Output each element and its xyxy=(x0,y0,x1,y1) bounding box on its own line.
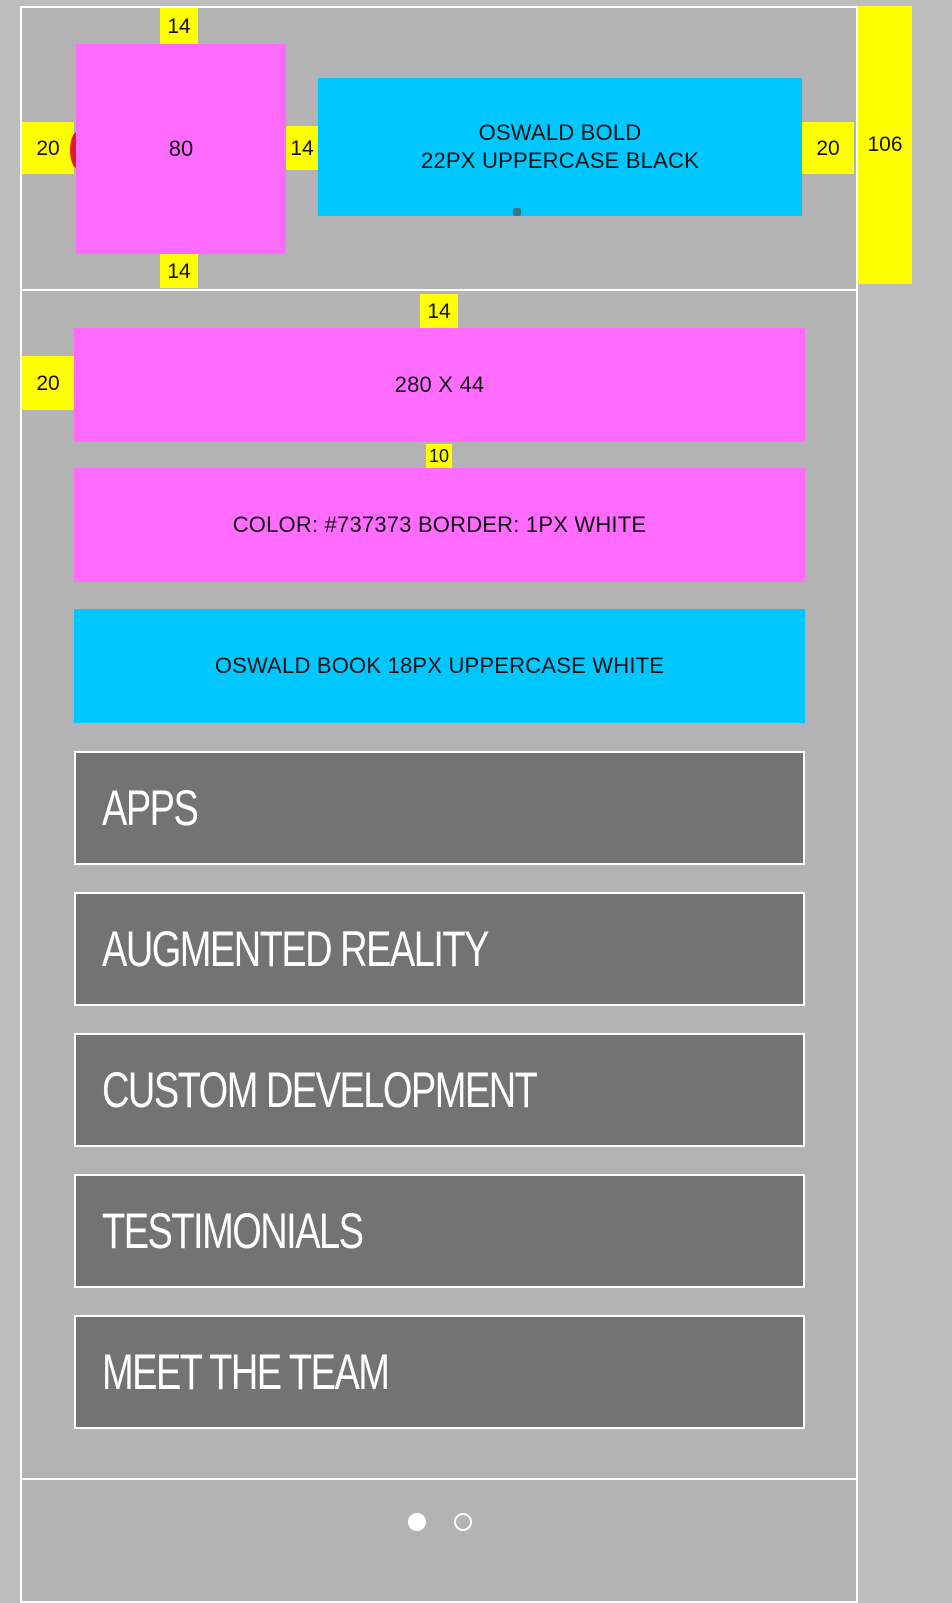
header-height-marker: 106 xyxy=(858,6,912,284)
menu-item-meet-the-team-label: MEET THE TEAM xyxy=(102,1344,390,1400)
menu-item-meet-the-team[interactable]: MEET THE TEAM xyxy=(74,1315,805,1429)
logo-placeholder[interactable]: 80 xyxy=(76,44,286,254)
menu-item-apps[interactable]: APPS xyxy=(74,751,805,865)
font-spec: OSWALD BOOK 18PX UPPERCASE WHITE xyxy=(74,609,805,723)
menu-item-testimonials-label: TESTIMONIALS xyxy=(102,1203,364,1259)
footer-divider xyxy=(20,1478,858,1480)
button-style-spec-text: COLOR: #737373 BORDER: 1PX WHITE xyxy=(232,512,647,537)
pagination-dots xyxy=(408,1511,478,1535)
menu-item-augmented-reality-label: AUGMENTED REALITY xyxy=(102,921,489,977)
button-style-spec: COLOR: #737373 BORDER: 1PX WHITE xyxy=(74,468,805,582)
box-size-spec: 280 X 44 xyxy=(74,328,805,442)
menu-item-custom-development-label: CUSTOM DEVELOPMENT xyxy=(102,1062,538,1118)
pagination-dot-inactive[interactable] xyxy=(454,1513,472,1531)
menu-item-testimonials[interactable]: TESTIMONIALS xyxy=(74,1174,805,1288)
header-divider xyxy=(20,289,858,291)
header-title-spec: OSWALD BOLD 22PX UPPERCASE BLACK xyxy=(318,78,802,216)
header-title-spec-text: OSWALD BOLD 22PX UPPERCASE BLACK xyxy=(421,120,699,173)
box-size-spec-text: 280 X 44 xyxy=(394,372,485,397)
right-padding-value: 20 xyxy=(816,136,840,160)
menu-item-custom-development[interactable]: CUSTOM DEVELOPMENT xyxy=(74,1033,805,1147)
logo-title-gap-marker: 14 xyxy=(286,126,318,170)
section-top-padding-marker: 14 xyxy=(420,294,458,328)
top-padding-marker: 14 xyxy=(160,8,198,44)
right-padding-marker: 20 xyxy=(802,122,854,174)
button-gap-value: 10 xyxy=(428,446,450,466)
font-spec-text: OSWALD BOOK 18PX UPPERCASE WHITE xyxy=(214,653,665,678)
header-height-value: 106 xyxy=(867,133,903,156)
top-padding-value: 14 xyxy=(167,14,191,38)
menu-item-augmented-reality[interactable]: AUGMENTED REALITY xyxy=(74,892,805,1006)
section-left-padding-marker: 20 xyxy=(22,356,74,410)
bottom-padding-value: 14 xyxy=(167,259,191,283)
left-padding-marker: 20 xyxy=(22,122,74,174)
menu-item-apps-label: APPS xyxy=(102,780,199,836)
button-gap-marker: 10 xyxy=(426,444,452,468)
logo-size-value: 80 xyxy=(168,136,194,161)
header-small-mark xyxy=(513,208,521,216)
pagination-dot-active[interactable] xyxy=(408,1513,426,1531)
logo-title-gap-value: 14 xyxy=(290,136,314,160)
right-rail xyxy=(858,284,912,1603)
left-padding-value: 20 xyxy=(36,136,60,160)
section-left-padding-value: 20 xyxy=(36,371,60,395)
section-top-padding-value: 14 xyxy=(427,299,451,323)
bottom-padding-marker: 14 xyxy=(160,254,198,288)
